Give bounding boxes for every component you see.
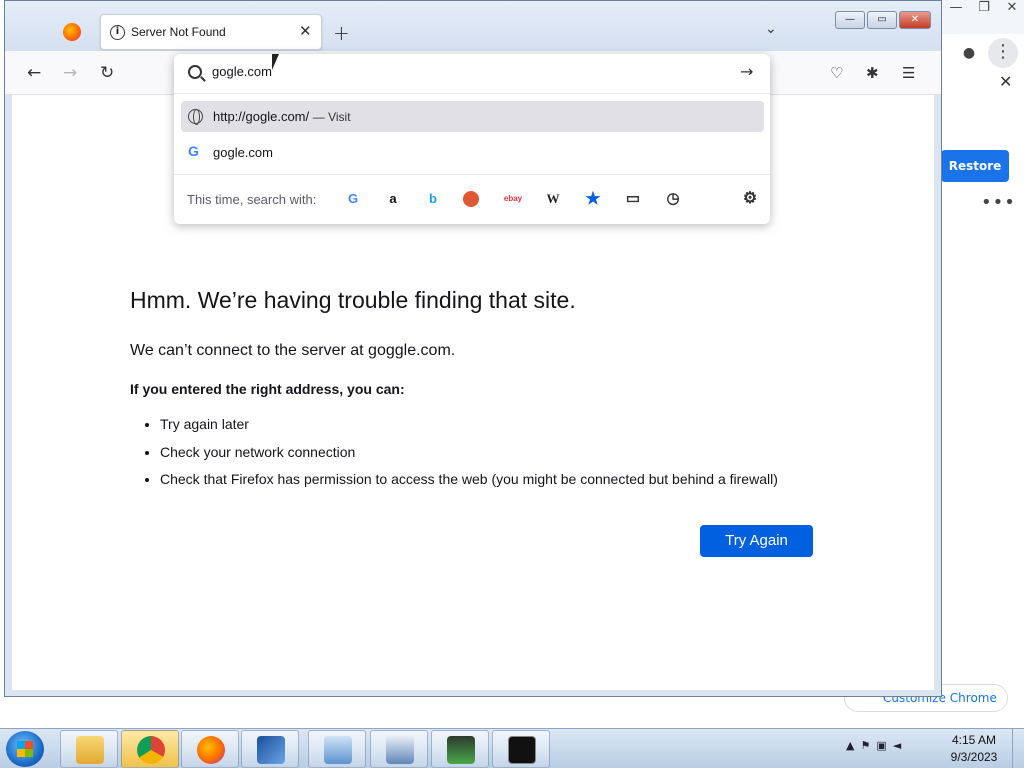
taskbar-virtualbox[interactable] [241, 730, 299, 768]
chrome-restore-icon[interactable]: ❐ [970, 0, 998, 18]
suggestion-text: gogle.com [213, 145, 273, 160]
taskbar-firefox[interactable] [181, 730, 239, 768]
try-again-button[interactable]: Try Again [700, 525, 813, 557]
remote-desktop-icon [386, 736, 414, 764]
url-input[interactable] [212, 64, 732, 79]
show-desktop-button[interactable] [1012, 729, 1024, 768]
wikipedia-engine-icon[interactable]: W [543, 189, 563, 209]
mouse-cursor-icon [272, 54, 285, 70]
start-button[interactable] [6, 731, 44, 767]
suggestion-search[interactable]: G gogle.com [181, 137, 764, 168]
minimize-button[interactable]: — [835, 11, 865, 29]
profile-icon[interactable]: ● [958, 42, 980, 64]
suggestion-action: — Visit [312, 110, 351, 124]
firefox-titlebar: i Server Not Found ✕ + ⌄ — ▭ ✕ [5, 1, 941, 51]
taskbar-chrome[interactable] [121, 730, 179, 768]
forward-arrow-icon[interactable]: → [63, 63, 77, 83]
search-with-label: This time, search with: [187, 192, 317, 207]
error-hint: If you entered the right address, you ca… [130, 381, 405, 397]
tab-title: Server Not Found [131, 25, 226, 39]
clock[interactable]: 4:15 AM 9/3/2023 [944, 732, 1004, 766]
error-subtitle: We can’t connect to the server at goggle… [130, 342, 456, 359]
taskbar: ▲⚑▣◄ 4:15 AM 9/3/2023 [0, 728, 1024, 768]
clock-time: 4:15 AM [951, 733, 997, 747]
chrome-toolbar: ● ⋮ [930, 34, 1024, 72]
restore-button[interactable]: Restore [941, 150, 1009, 182]
google-engine-icon[interactable]: G [343, 189, 363, 209]
history-clock-icon[interactable]: ◷ [663, 189, 683, 209]
hamburger-menu-icon[interactable]: ☰ [902, 64, 915, 82]
taskbar-file-explorer[interactable] [60, 730, 118, 768]
reload-icon[interactable]: ↻ [100, 63, 114, 83]
pocket-icon[interactable]: ♡ [830, 64, 843, 82]
go-arrow-icon[interactable]: → [740, 62, 753, 81]
info-icon: i [110, 25, 125, 40]
taskbar-control-panel[interactable] [308, 730, 366, 768]
suggestion-url: http://gogle.com/ [213, 109, 310, 124]
tab-close-icon[interactable]: ✕ [299, 22, 312, 40]
close-button[interactable]: ✕ [899, 11, 931, 29]
tabs-icon[interactable]: ▭ [623, 189, 643, 209]
search-settings-gear-icon[interactable]: ⚙ [740, 189, 760, 209]
command-prompt-icon [508, 736, 536, 764]
back-arrow-icon[interactable]: ← [27, 63, 41, 83]
new-tab-icon[interactable]: + [333, 21, 350, 45]
maximize-button[interactable]: ▭ [867, 11, 897, 29]
list-item: Check your network connection [160, 441, 778, 469]
duckduckgo-engine-icon[interactable] [463, 191, 479, 207]
list-item: Check that Firefox has permission to acc… [160, 468, 778, 496]
bookmarks-star-icon[interactable]: ★ [583, 189, 603, 209]
extensions-icon[interactable]: ✱ [866, 64, 879, 82]
chrome-side-panel: ✕ Restore ••• [930, 72, 1024, 222]
google-icon: G [188, 143, 199, 159]
panel-close-icon[interactable]: ✕ [999, 72, 1012, 91]
error-suggestions: Try again later Check your network conne… [160, 413, 778, 496]
chrome-close-icon[interactable]: ✕ [998, 0, 1024, 18]
taskbar-remote-desktop[interactable] [370, 730, 428, 768]
more-icon[interactable]: ••• [981, 192, 1016, 213]
firefox-icon [197, 736, 225, 764]
amazon-engine-icon[interactable]: a [383, 189, 403, 209]
bing-engine-icon[interactable]: b [423, 189, 443, 209]
chrome-window: — ❐ ✕ ● ⋮ ✕ Restore ••• [930, 0, 1024, 728]
ebay-engine-icon[interactable]: ebay [503, 189, 523, 209]
control-panel-icon [324, 736, 352, 764]
list-tabs-chevron-icon[interactable]: ⌄ [765, 21, 777, 37]
tab-server-not-found[interactable]: i Server Not Found ✕ [100, 14, 322, 50]
search-icon [188, 65, 202, 79]
chrome-icon [137, 736, 165, 764]
taskbar-task-manager[interactable] [431, 730, 489, 768]
system-tray[interactable]: ▲⚑▣◄ [846, 739, 907, 752]
urlbar-popup: → http://gogle.com/ — Visit G gogle.com … [174, 54, 770, 224]
clock-date: 9/3/2023 [950, 750, 998, 764]
suggestion-visit-url[interactable]: http://gogle.com/ — Visit [181, 101, 764, 132]
chrome-minimize-icon[interactable]: — [942, 0, 970, 18]
task-manager-icon [447, 736, 475, 764]
virtualbox-icon [257, 736, 285, 764]
error-title: Hmm. We’re having trouble finding that s… [130, 287, 576, 313]
taskbar-command-prompt[interactable] [492, 730, 550, 768]
window-controls: — ▭ ✕ [835, 11, 931, 29]
chrome-titlebar: — ❐ ✕ [930, 0, 1024, 34]
globe-icon [188, 109, 203, 125]
chrome-menu-icon[interactable]: ⋮ [988, 38, 1018, 68]
firefox-view-icon[interactable] [63, 23, 81, 41]
list-item: Try again later [160, 413, 778, 441]
folder-icon [76, 736, 104, 764]
